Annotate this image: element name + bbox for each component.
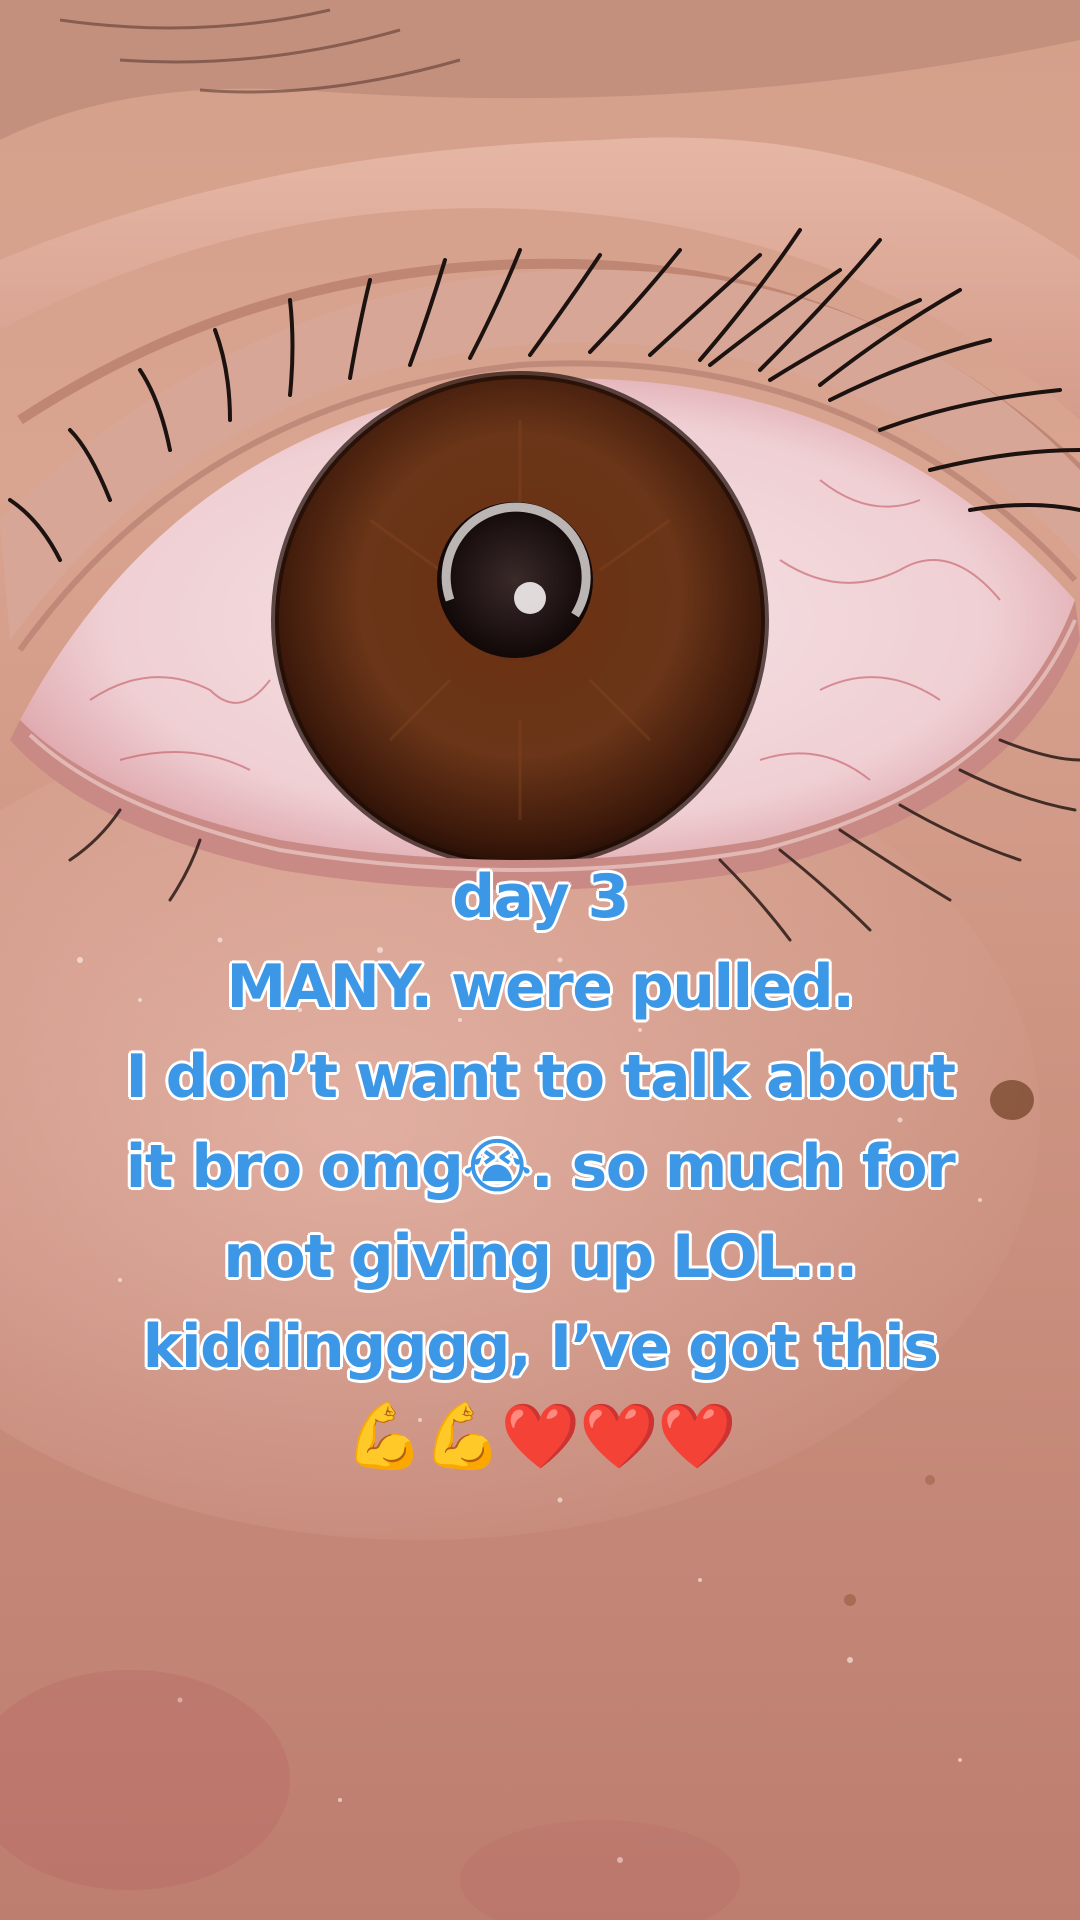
- caption-overlay: day 3 MANY. were pulled. I don’t want to…: [40, 852, 1040, 1482]
- caption-emoji-line: 💪💪❤️❤️❤️: [344, 1400, 737, 1474]
- caption-line-3: I don’t want to talk about: [124, 1041, 957, 1113]
- caption-line-6: kiddingggg, I’ve got this: [142, 1311, 940, 1383]
- caption-line-1: day 3: [451, 861, 630, 933]
- caption-line-2: MANY. were pulled.: [225, 951, 856, 1023]
- caption-line-5: not giving up LOL...: [222, 1221, 859, 1293]
- caption-line-4: it bro omg😭. so much for: [125, 1131, 957, 1203]
